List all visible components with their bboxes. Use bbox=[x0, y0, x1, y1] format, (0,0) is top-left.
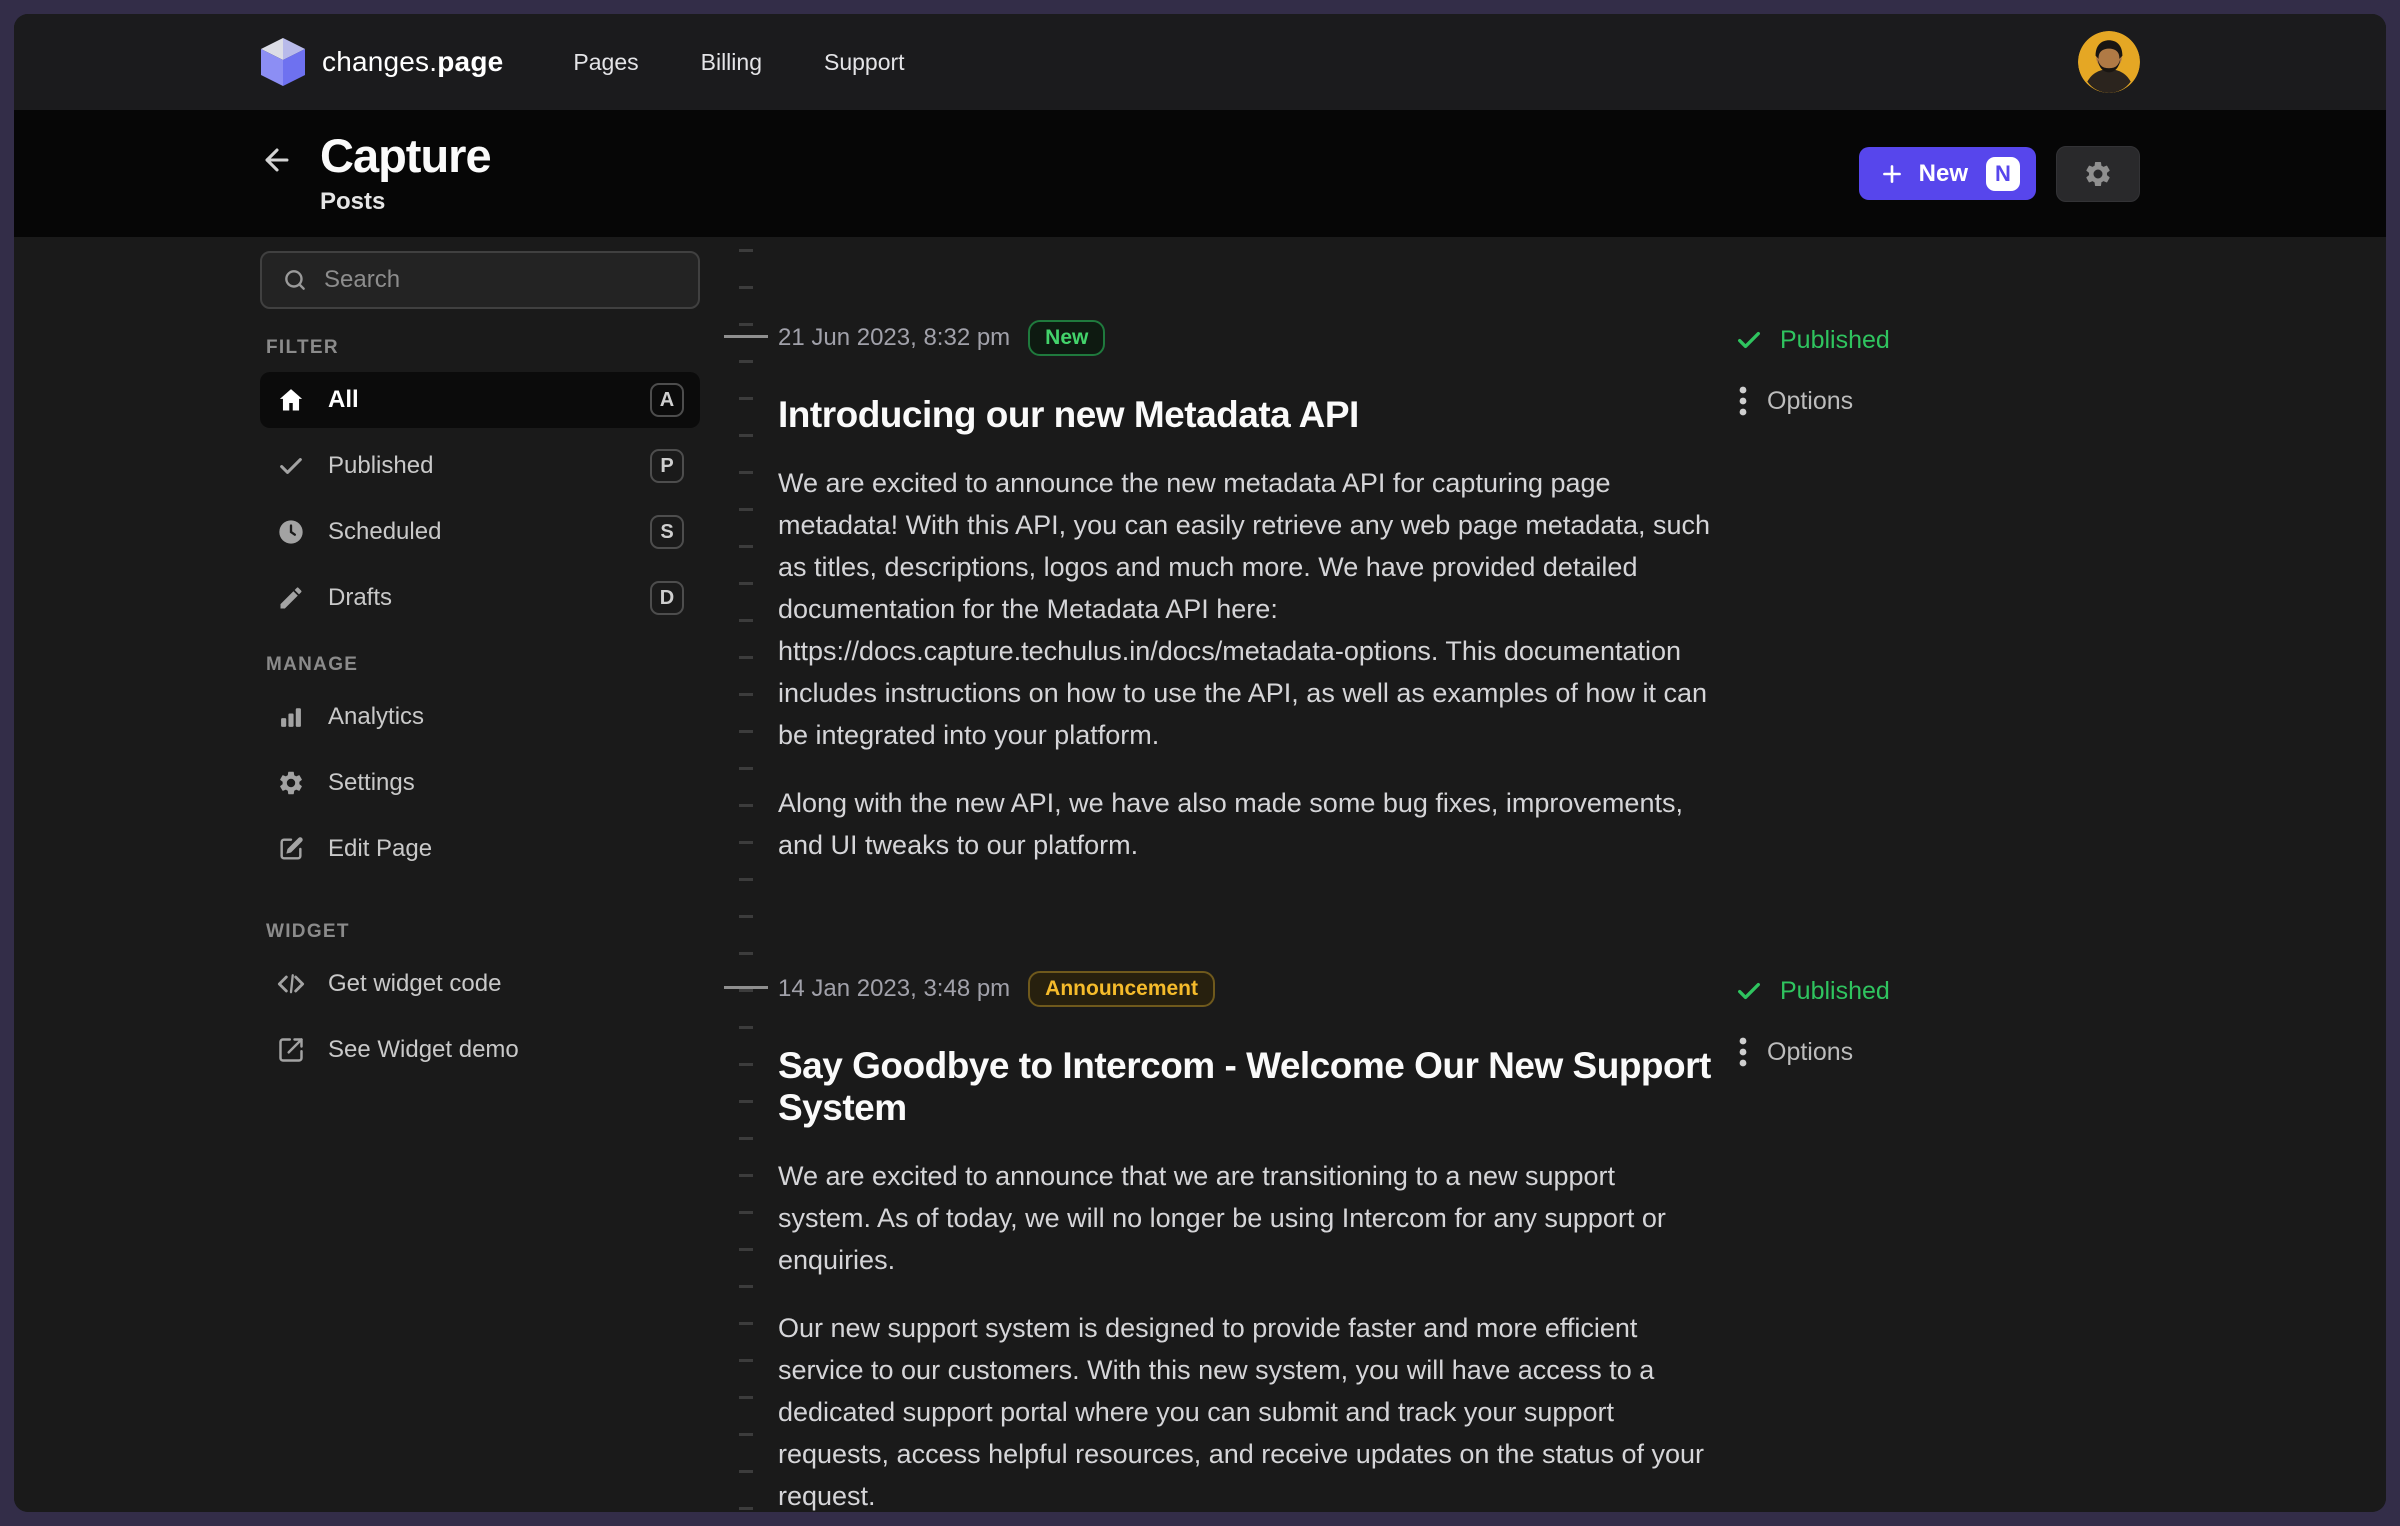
check-icon bbox=[1735, 977, 1763, 1005]
sidebar-item-get-widget-code[interactable]: Get widget code bbox=[260, 956, 700, 1012]
shortcut-p-badge: P bbox=[650, 449, 684, 483]
search-input[interactable] bbox=[324, 266, 678, 294]
check-icon bbox=[276, 452, 306, 480]
post-item: 21 Jun 2023, 8:32 pm New Introducing our… bbox=[778, 320, 2140, 866]
post-paragraph: Along with the new API, we have also mad… bbox=[778, 782, 1714, 866]
sidebar-item-label: Analytics bbox=[328, 703, 424, 731]
bar-chart-icon bbox=[276, 703, 306, 731]
sidebar-item-label: Scheduled bbox=[328, 518, 441, 546]
sidebar-item-label: Settings bbox=[328, 769, 415, 797]
pencil-icon bbox=[276, 584, 306, 612]
top-navbar: changes.page Pages Billing Support bbox=[14, 14, 2386, 110]
sidebar-item-label: Drafts bbox=[328, 584, 392, 612]
shortcut-a-badge: A bbox=[650, 383, 684, 417]
nav-link-support[interactable]: Support bbox=[824, 49, 905, 76]
post-paragraph: We are excited to announce that we are t… bbox=[778, 1155, 1714, 1281]
check-icon bbox=[1735, 326, 1763, 354]
post-options-button[interactable]: Options bbox=[1735, 1034, 1853, 1070]
app-window: changes.page Pages Billing Support bbox=[14, 14, 2386, 1512]
sidebar-item-see-widget-demo[interactable]: See Widget demo bbox=[260, 1022, 700, 1078]
external-link-icon bbox=[276, 1036, 306, 1064]
post-content: 21 Jun 2023, 8:32 pm New Introducing our… bbox=[778, 320, 1714, 866]
page-header: Capture Posts New N bbox=[14, 110, 2386, 237]
post-paragraph: We are excited to announce the new metad… bbox=[778, 462, 1714, 756]
post-tag-announcement: Announcement bbox=[1028, 971, 1215, 1007]
post-paragraph: Our new support system is designed to pr… bbox=[778, 1307, 1714, 1512]
sidebar-item-drafts[interactable]: Drafts D bbox=[260, 570, 700, 626]
sidebar-item-settings[interactable]: Settings bbox=[260, 755, 700, 811]
vertical-dots-icon bbox=[1739, 385, 1747, 417]
brand-cube-icon bbox=[260, 37, 306, 87]
section-label-widget: WIDGET bbox=[266, 921, 694, 943]
sidebar-item-label: Published bbox=[328, 452, 433, 480]
sidebar-item-published[interactable]: Published P bbox=[260, 438, 700, 494]
post-meta: Published Options bbox=[1735, 320, 2140, 866]
post-status: Published bbox=[1735, 322, 2140, 358]
gear-icon bbox=[276, 769, 306, 797]
back-button[interactable] bbox=[260, 143, 294, 177]
post-item: 14 Jan 2023, 3:48 pm Announcement Say Go… bbox=[778, 971, 2140, 1512]
vertical-dots-icon bbox=[1739, 1036, 1747, 1068]
post-meta: Published Options bbox=[1735, 971, 2140, 1512]
post-options-button[interactable]: Options bbox=[1735, 383, 1853, 419]
post-status: Published bbox=[1735, 973, 2140, 1009]
brand-name: changes.page bbox=[322, 46, 503, 78]
new-post-button[interactable]: New N bbox=[1859, 147, 2036, 200]
brand[interactable]: changes.page bbox=[260, 37, 503, 87]
body-area: FILTER All A Published P bbox=[14, 237, 2386, 1512]
post-title: Say Goodbye to Intercom - Welcome Our Ne… bbox=[778, 1045, 1714, 1129]
nav-link-pages[interactable]: Pages bbox=[573, 49, 638, 76]
timeline bbox=[700, 237, 778, 1512]
sidebar-item-label: Edit Page bbox=[328, 835, 432, 863]
nav-link-billing[interactable]: Billing bbox=[701, 49, 762, 76]
code-icon bbox=[276, 970, 306, 998]
search-box[interactable] bbox=[260, 251, 700, 309]
sidebar-item-label: Get widget code bbox=[328, 970, 501, 998]
sidebar-item-label: See Widget demo bbox=[328, 1036, 519, 1064]
post-content: 14 Jan 2023, 3:48 pm Announcement Say Go… bbox=[778, 971, 1714, 1512]
edit-square-icon bbox=[276, 835, 306, 863]
gear-icon bbox=[2083, 159, 2113, 189]
page-subtitle: Posts bbox=[320, 188, 491, 216]
posts-list: 21 Jun 2023, 8:32 pm New Introducing our… bbox=[778, 237, 2140, 1512]
shortcut-s-badge: S bbox=[650, 515, 684, 549]
page-settings-button[interactable] bbox=[2056, 146, 2140, 202]
new-post-button-label: New bbox=[1919, 160, 1968, 188]
shortcut-d-badge: D bbox=[650, 581, 684, 615]
page-title: Capture bbox=[320, 131, 491, 180]
post-date: 21 Jun 2023, 8:32 pm bbox=[778, 324, 1010, 352]
section-label-manage: MANAGE bbox=[266, 654, 694, 676]
post-title: Introducing our new Metadata API bbox=[778, 394, 1714, 436]
post-tag-new: New bbox=[1028, 320, 1105, 356]
title-block: Capture Posts bbox=[320, 131, 491, 216]
sidebar: FILTER All A Published P bbox=[260, 237, 700, 1512]
post-date: 14 Jan 2023, 3:48 pm bbox=[778, 975, 1010, 1003]
sidebar-item-all[interactable]: All A bbox=[260, 372, 700, 428]
timeline-dashes bbox=[739, 249, 753, 1512]
arrow-left-icon bbox=[260, 143, 294, 177]
sidebar-item-analytics[interactable]: Analytics bbox=[260, 689, 700, 745]
shortcut-n-badge: N bbox=[1986, 157, 2020, 191]
home-icon bbox=[276, 386, 306, 414]
search-icon bbox=[282, 267, 308, 293]
plus-icon bbox=[1879, 161, 1905, 187]
user-avatar[interactable] bbox=[2078, 31, 2140, 93]
sidebar-item-edit-page[interactable]: Edit Page bbox=[260, 821, 700, 877]
sidebar-item-label: All bbox=[328, 386, 359, 414]
sidebar-item-scheduled[interactable]: Scheduled S bbox=[260, 504, 700, 560]
clock-icon bbox=[276, 518, 306, 546]
section-label-filter: FILTER bbox=[266, 337, 694, 359]
